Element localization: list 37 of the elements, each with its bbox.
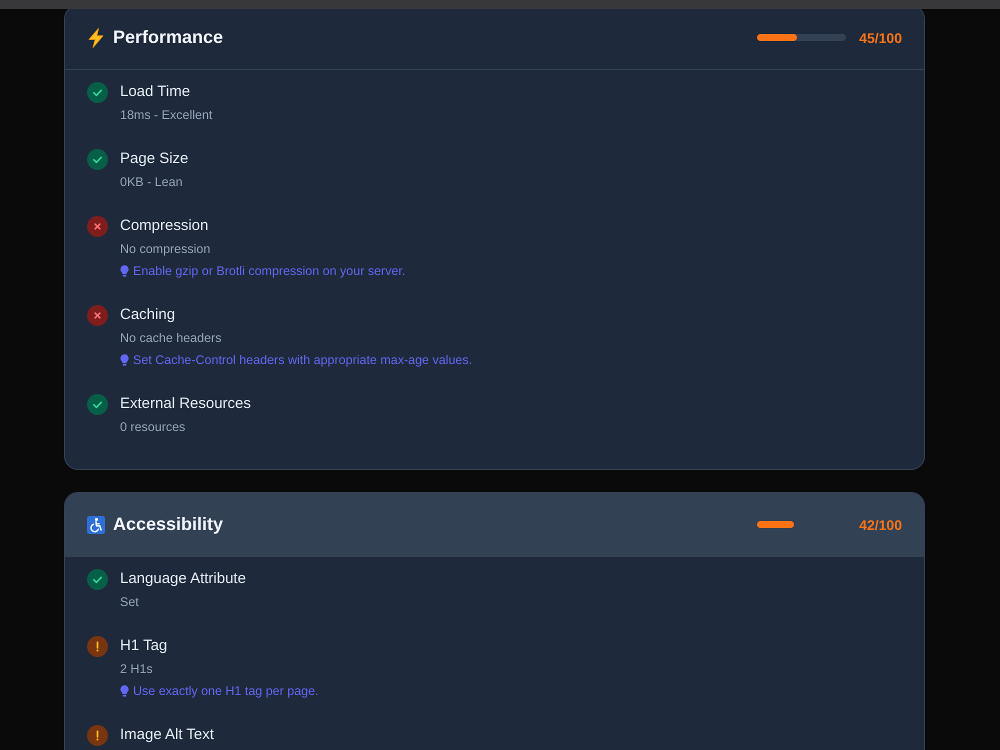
cross-icon [87, 216, 108, 237]
tip-text: Use exactly one H1 tag per page. [133, 683, 319, 700]
lightning-icon [87, 28, 105, 48]
check-title: External Resources [120, 394, 251, 414]
check-title: Page Size [120, 149, 188, 169]
check-icon [87, 149, 108, 170]
lightbulb-icon [120, 685, 129, 697]
check-result: 0KB - Lean [120, 174, 184, 191]
check-title: Load Time [120, 82, 192, 102]
check-result: 18ms - Excellent [120, 107, 212, 124]
check-title: Compression [120, 216, 210, 236]
check-title: H1 Tag [120, 636, 168, 656]
exclamation-icon [87, 725, 108, 746]
check-result: 2 H1s [120, 661, 154, 678]
lightbulb-icon [120, 354, 129, 366]
check-title: Caching [120, 305, 176, 325]
wheelchair-icon [87, 514, 105, 534]
check-title: Image Alt Text [120, 725, 214, 745]
score-text: 45/100 [858, 30, 902, 46]
exclamation-icon [87, 636, 108, 657]
score-text: 42/100 [858, 516, 902, 532]
tip-text: Set Cache-Control headers with appropriate max-age values. [133, 352, 472, 369]
check-icon [87, 82, 108, 103]
lightbulb-icon [120, 265, 129, 277]
cross-icon [87, 305, 108, 326]
check-icon [87, 394, 108, 415]
section-header[interactable]: Accessibility 42/100 [65, 493, 924, 557]
check-result: 0 resources [120, 419, 186, 436]
check-icon [87, 569, 108, 590]
check-title: Language Attribute [120, 569, 246, 589]
section-header[interactable]: Performance 45/100 [65, 6, 924, 70]
check-result: Set [120, 594, 140, 611]
section-title: Performance [113, 27, 224, 48]
section-title: Accessibility [113, 514, 224, 535]
check-result: No compression [120, 241, 212, 258]
tip-text: Enable gzip or Brotli compression on your server. [133, 263, 406, 280]
check-result: No cache headers [120, 330, 222, 347]
